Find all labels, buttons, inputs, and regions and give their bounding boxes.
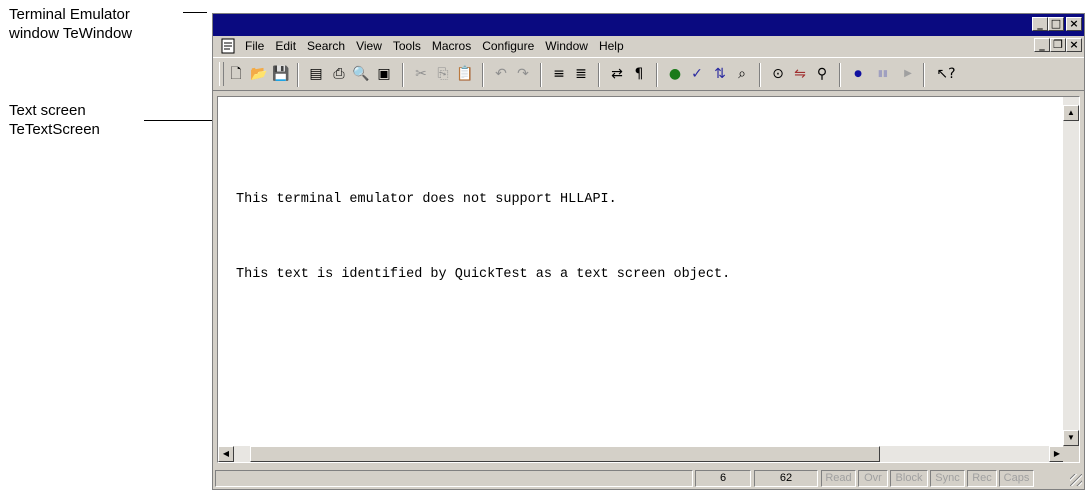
screen-callout-line2: TeTextScreen (9, 121, 100, 138)
screen-callout-label: Text screen TeTextScreen (9, 101, 100, 139)
menu-tools[interactable]: Tools (393, 39, 421, 53)
find-record-icon[interactable]: ⌕ (733, 65, 751, 83)
copy-icon[interactable]: ⎘ (434, 65, 452, 83)
screen-line-1: This terminal emulator does not support … (236, 192, 617, 207)
toolbar-separator (540, 63, 542, 87)
status-sync: Sync (930, 470, 965, 487)
open-icon[interactable]: 📂 (250, 65, 268, 83)
status-block: Block (890, 470, 928, 487)
print-preview-icon[interactable]: 🔍 (352, 65, 370, 83)
paste-icon[interactable]: 📋 (456, 65, 474, 83)
menu-search[interactable]: Search (307, 39, 345, 53)
cut-icon[interactable]: ✂ (412, 65, 430, 83)
screen-line-2: This text is identified by QuickTest as … (236, 267, 731, 282)
capture-icon[interactable]: ▣ (375, 65, 393, 83)
wrap-icon[interactable]: ⇄ (608, 65, 626, 83)
pause-icon[interactable]: ▮▮ (874, 65, 892, 83)
status-rec: Rec (967, 470, 997, 487)
align-right-icon[interactable]: ≣ (572, 65, 590, 83)
window-callout-leader (183, 12, 207, 13)
toolbar-separator (482, 63, 484, 87)
menu-items: File Edit Search View Tools Macros Confi… (245, 39, 635, 53)
menu-macros[interactable]: Macros (432, 39, 471, 53)
sort-icon[interactable]: ⇅ (711, 65, 729, 83)
screen-text: This terminal emulator does not support … (236, 137, 730, 337)
status-row: 6 (695, 470, 751, 487)
scroll-left-button[interactable]: ◀ (218, 446, 234, 462)
text-screen[interactable]: This terminal emulator does not support … (217, 96, 1080, 463)
toolbar-separator (402, 63, 404, 87)
paragraph-icon[interactable]: ¶ (630, 65, 648, 83)
zoom-icon[interactable]: ⊙ (769, 65, 787, 83)
doc-restore-button[interactable]: ❐ (1050, 38, 1066, 52)
status-read: Read (821, 470, 856, 487)
document-icon[interactable] (221, 38, 235, 54)
close-button[interactable]: × (1066, 17, 1082, 31)
menu-file[interactable]: File (245, 39, 264, 53)
horizontal-scrollbar[interactable]: ◀ ▶ (218, 446, 1065, 462)
resize-grip[interactable] (1070, 474, 1082, 486)
caption-buttons: _ □ × (1032, 17, 1082, 31)
globe-icon[interactable]: ● (666, 65, 684, 83)
save-icon[interactable]: 💾 (272, 65, 290, 83)
undo-icon[interactable]: ↶ (492, 65, 510, 83)
menu-window[interactable]: Window (545, 39, 588, 53)
window-callout-line2: window TeWindow (9, 25, 133, 42)
status-bar: 6 62 Read Ovr Block Sync Rec Caps (213, 468, 1084, 488)
doc-close-button[interactable]: × (1066, 38, 1082, 52)
replace-icon[interactable]: ⇋ (791, 65, 809, 83)
help-pointer-icon[interactable]: ↖? (933, 65, 959, 83)
toolbar-separator (297, 63, 299, 87)
toolbar-separator (598, 63, 600, 87)
vertical-scrollbar[interactable]: ▲ ▼ (1063, 97, 1079, 446)
toolbar-separator (923, 63, 925, 87)
status-column: 62 (754, 470, 818, 487)
menu-bar: File Edit Search View Tools Macros Confi… (213, 36, 1084, 56)
print-icon[interactable]: ⎙ (330, 65, 348, 83)
toolbar-separator (839, 63, 841, 87)
record-icon[interactable]: ● (849, 65, 867, 83)
terminal-emulator-window: _ □ × File Edit Search View Tools Macros… (212, 13, 1085, 490)
spellcheck-icon[interactable]: ✓ (688, 65, 706, 83)
align-left-icon[interactable]: ≡ (550, 65, 568, 83)
window-callout-label: Terminal Emulator window TeWindow (9, 5, 132, 43)
document-caption-buttons: _ ❐ × (1034, 38, 1082, 52)
toolbar-grip[interactable] (219, 62, 224, 86)
scroll-corner (1063, 446, 1079, 462)
menu-help[interactable]: Help (599, 39, 624, 53)
menu-configure[interactable]: Configure (482, 39, 534, 53)
status-message-pane (215, 470, 693, 487)
screen-callout-line1: Text screen (9, 102, 86, 119)
scroll-up-button[interactable]: ▲ (1063, 105, 1079, 121)
menu-view[interactable]: View (356, 39, 382, 53)
status-ovr: Ovr (858, 470, 888, 487)
toolbar-separator (656, 63, 658, 87)
toolbar-separator (759, 63, 761, 87)
maximize-button[interactable]: □ (1048, 17, 1064, 31)
new-icon[interactable]: 🗋 (227, 65, 245, 83)
redo-icon[interactable]: ↷ (514, 65, 532, 83)
title-bar[interactable]: _ □ × (213, 14, 1084, 36)
doc-minimize-button[interactable]: _ (1034, 38, 1050, 52)
horizontal-scroll-thumb[interactable] (250, 446, 880, 462)
play-icon[interactable]: ▶ (899, 65, 917, 83)
binoculars-icon[interactable]: ⚲ (813, 65, 831, 83)
scroll-down-button[interactable]: ▼ (1063, 430, 1079, 446)
minimize-button[interactable]: _ (1032, 17, 1048, 31)
window-callout-line1: Terminal Emulator (9, 6, 130, 23)
properties-icon[interactable]: ▤ (307, 65, 325, 83)
status-caps: Caps (999, 470, 1034, 487)
toolbar: 🗋 📂 💾 ▤ ⎙ 🔍 ▣ ✂ ⎘ 📋 ↶ ↷ ≡ ≣ ⇄ ¶ ● ✓ ⇅ ⌕ … (213, 57, 1084, 91)
menu-edit[interactable]: Edit (275, 39, 296, 53)
